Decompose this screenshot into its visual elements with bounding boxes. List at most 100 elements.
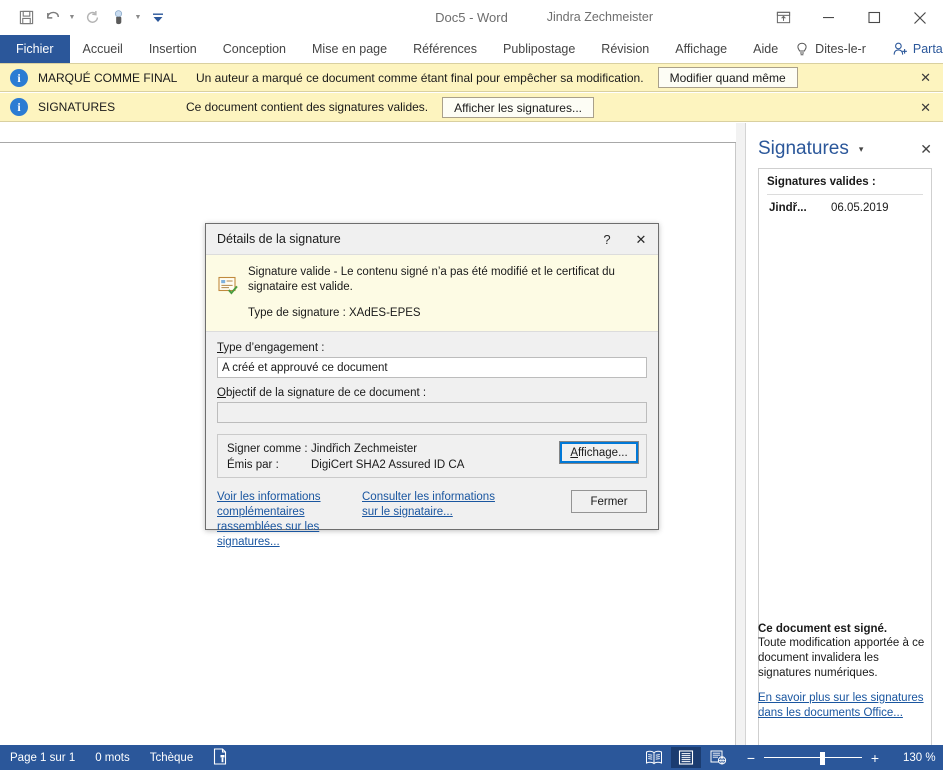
account-name[interactable]: Jindra Zechmeister [547,0,653,35]
message-bar-signatures: i SIGNATURES Ce document contient des si… [0,93,943,122]
pane-gap [737,123,745,745]
tab-fichier[interactable]: Fichier [0,35,70,63]
dialog-title: Détails de la signature [217,232,341,246]
zoom-level-label[interactable]: 130 % [903,752,943,764]
tab-publipostage[interactable]: Publipostage [490,35,588,63]
undo-icon[interactable] [40,6,64,30]
close-icon[interactable]: ✕ [624,233,658,246]
dialog-title-bar: Détails de la signature ? ✕ [206,224,658,254]
help-icon[interactable]: ? [590,233,624,246]
view-signatures-button[interactable]: Afficher les signatures... [442,96,594,118]
tab-insertion[interactable]: Insertion [136,35,210,63]
tab-aide[interactable]: Aide [740,35,791,63]
share-label: Partager [912,42,943,56]
list-item[interactable]: Jindř... 06.05.2019 [769,202,931,214]
save-icon[interactable] [14,6,38,30]
signatures-task-pane: Signatures ▾ ✕ Signatures valides : Jind… [745,123,943,746]
issuer-label: Émis par : [227,459,279,471]
tab-references[interactable]: Références [400,35,490,63]
signer-info-link[interactable]: Consulter les informations sur le signat… [362,490,512,520]
window-controls [761,0,943,35]
signature-purpose-label-rest: bjectif de la signature de ce document : [225,387,427,399]
close-dialog-button[interactable]: Fermer [571,490,647,513]
message-bar-text: Un auteur a marqué ce document comme éta… [196,70,644,85]
signatures-list-header: Signatures valides : [767,176,876,188]
zoom-slider[interactable] [764,751,862,765]
view-certificate-button[interactable]: Affichage... [559,441,639,464]
document-signed-icon[interactable] [207,747,234,768]
signer-value: Jindřich Zechmeister [311,443,418,455]
read-mode-icon[interactable] [639,747,669,768]
signer-label: Signer comme : [227,443,308,455]
close-task-pane-icon[interactable]: ✕ [920,142,932,156]
banner-text-block: Signature valide - Le contenu signé n’a … [248,265,646,319]
maximize-button[interactable] [851,0,897,35]
signature-valid-icon [218,276,238,298]
tell-me-box[interactable]: Dites-le-r [791,35,879,63]
ribbon-display-options-icon[interactable] [761,0,805,35]
customize-qat-icon[interactable] [146,6,170,30]
message-bar-marked-final: i MARQUÉ COMME FINAL Un auteur a marqué … [0,63,943,92]
dialog-footer: Voir les informations complémentaires ra… [206,490,658,568]
list-divider [767,194,923,195]
document-signed-heading: Ce document est signé. [758,623,888,635]
document-signed-description: Toute modification apportée à ce documen… [758,637,925,679]
tab-accueil[interactable]: Accueil [70,35,136,63]
commitment-type-label: Type d’engagement : [217,342,325,354]
ribbon-tab-bar: Fichier Accueil Insertion Conception Mis… [0,35,943,63]
task-pane-footer: Ce document est signé. Toute modificatio… [758,623,938,721]
word-count[interactable]: 0 mots [89,752,136,764]
close-button[interactable] [897,0,943,35]
signature-purpose-label: Objectif de la signature de ce document … [217,387,427,399]
close-message-bar-icon[interactable]: ✕ [920,71,931,84]
share-button[interactable]: Partager [879,35,943,63]
commitment-type-label-rest: ype d’engagement : [223,342,325,354]
message-bar-label: MARQUÉ COMME FINAL [38,70,178,85]
task-pane-header: Signatures ▾ ✕ [746,131,943,167]
dialog-body: Type d’engagement : Objectif de la signa… [206,332,658,478]
more-signature-info-link[interactable]: Voir les informations complémentaires ra… [217,490,335,550]
word-window: ▼ ▼ Doc5 - Word Jindra Zechmeister Fichi… [0,0,943,770]
commitment-type-input[interactable] [217,357,647,378]
touch-mode-icon[interactable] [106,6,130,30]
tell-me-label: Dites-le-r [815,42,866,56]
page-indicator[interactable]: Page 1 sur 1 [4,752,81,764]
zoom-slider-thumb[interactable] [820,751,825,765]
redo-icon[interactable] [80,6,104,30]
tab-affichage[interactable]: Affichage [662,35,740,63]
view-certificate-button-rest: ffichage... [578,446,628,459]
signature-date: 06.05.2019 [831,202,889,214]
minimize-button[interactable] [805,0,851,35]
quick-access-toolbar: ▼ ▼ [14,0,170,35]
ruler-strip [0,123,736,143]
lightbulb-icon [795,42,809,57]
title-bar: ▼ ▼ Doc5 - Word Jindra Zechmeister [0,0,943,35]
signature-purpose-input[interactable] [217,402,647,423]
zoom-in-button[interactable]: + [867,751,883,765]
signature-type-text: Type de signature : XAdES-EPES [248,307,421,319]
language-indicator[interactable]: Tchèque [144,752,199,764]
undo-dropdown-icon[interactable]: ▼ [66,6,78,30]
signature-details-dialog: Détails de la signature ? ✕ Signature va… [205,223,659,548]
tab-revision[interactable]: Révision [588,35,662,63]
signature-status-text: Signature valide - Le contenu signé n’a … [248,266,615,293]
web-layout-icon[interactable] [703,747,733,768]
learn-more-link[interactable]: En savoir plus sur les signatures dans l… [758,691,936,721]
info-icon: i [10,68,28,87]
close-message-bar-icon[interactable]: ✕ [920,101,931,114]
issuer-value: DigiCert SHA2 Assured ID CA [311,459,465,471]
signature-status-banner: Signature valide - Le contenu signé n’a … [206,254,658,332]
chevron-down-icon[interactable]: ▾ [859,144,864,154]
message-bar-label: SIGNATURES [38,100,116,114]
print-layout-icon[interactable] [671,747,701,768]
task-pane-title: Signatures [758,138,849,159]
signature-name: Jindř... [769,202,807,214]
status-bar: Page 1 sur 1 0 mots Tchèque − + 130 % [0,745,943,770]
info-icon: i [10,98,28,116]
touch-mode-dropdown-icon[interactable]: ▼ [132,6,144,30]
zoom-out-button[interactable]: − [743,751,759,765]
tab-mise-en-page[interactable]: Mise en page [299,35,400,63]
tab-conception[interactable]: Conception [210,35,299,63]
edit-anyway-button[interactable]: Modifier quand même [657,67,798,88]
signer-info-box: Signer comme : Jindřich Zechmeister Émis… [217,434,647,478]
